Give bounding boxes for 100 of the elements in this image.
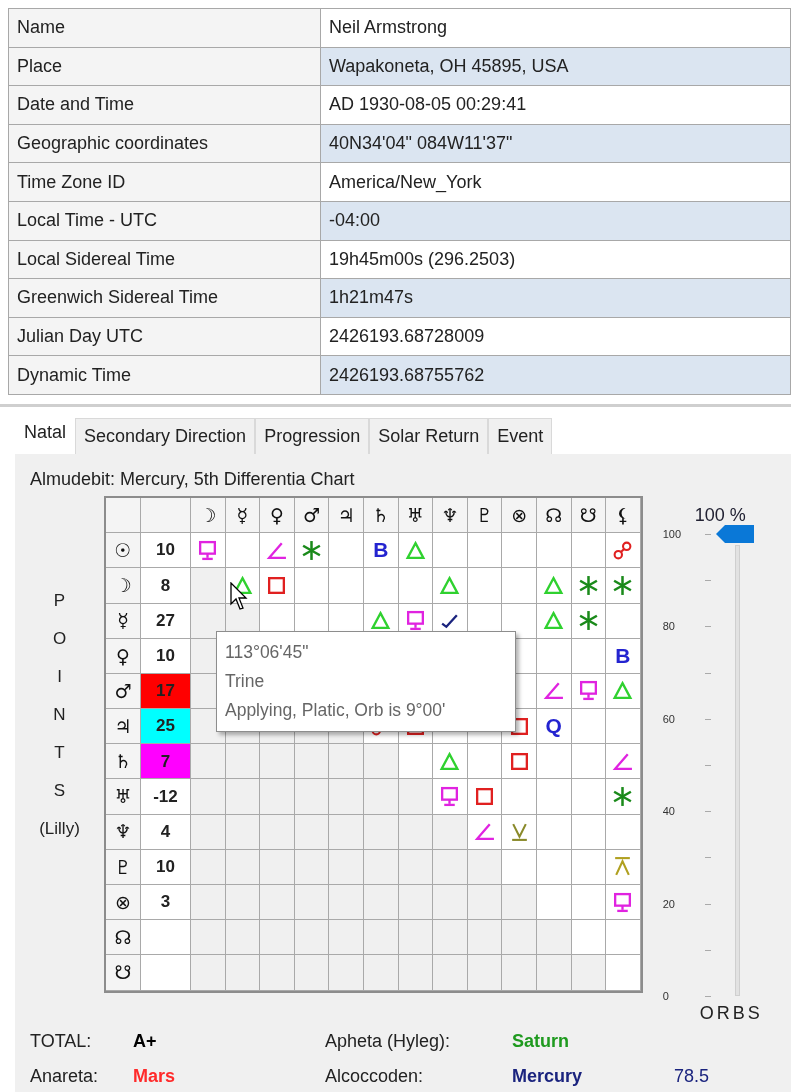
field-value: -04:00 <box>320 201 791 241</box>
tick-label: 40 <box>662 803 675 819</box>
grid-cell <box>502 533 537 569</box>
field-label: Local Sidereal Time <box>8 240 321 279</box>
grid-cell <box>141 920 191 956</box>
tab[interactable]: Progression <box>255 417 370 454</box>
trine-icon <box>439 750 461 772</box>
grid-cell <box>260 849 295 885</box>
planet-glyph: ♄ <box>363 497 399 534</box>
slider-caption: ORBS <box>699 1001 763 1025</box>
square-icon <box>508 750 530 772</box>
planet-glyph: ♅ <box>398 497 434 534</box>
grid-cell <box>467 885 503 921</box>
planet-glyph: ☉ <box>106 533 141 569</box>
result-label: TOTAL: <box>30 1029 93 1053</box>
trine-icon <box>404 539 426 561</box>
score-cell: -12 <box>141 779 191 815</box>
planet-glyph: ♂ <box>294 497 330 534</box>
planet-glyph: ☿ <box>106 603 141 639</box>
header-cell <box>141 497 191 534</box>
grid-cell <box>536 779 572 815</box>
field-label: Greenwich Sidereal Time <box>8 278 321 318</box>
asterisk-icon <box>612 574 634 596</box>
grid-cell <box>363 920 399 956</box>
field-value: Wapakoneta, OH 45895, USA <box>320 47 791 86</box>
planet-glyph: ☿ <box>225 497 261 534</box>
field-label: Time Zone ID <box>8 162 321 202</box>
planet-glyph: ♃ <box>329 497 364 534</box>
field-label: Name <box>8 8 321 48</box>
score-cell: 3 <box>141 885 191 921</box>
side-label: I <box>57 665 62 688</box>
grid-cell <box>191 885 226 921</box>
planet-glyph: ♀ <box>260 497 295 534</box>
grid-cell <box>502 955 537 991</box>
side-label: T <box>54 741 65 764</box>
monitor-icon <box>439 786 461 808</box>
grid-cell <box>398 885 434 921</box>
field-label: Place <box>8 47 321 86</box>
grid-cell <box>225 885 261 921</box>
grid-cell <box>191 744 226 780</box>
slider-track[interactable] <box>734 544 740 996</box>
tooltip-line: Trine <box>225 669 266 693</box>
grid-cell <box>571 920 607 956</box>
field-value: 19h45m00s (296.2503) <box>320 240 791 279</box>
grid-cell <box>329 955 364 991</box>
result-label: Apheta (Hyleg): <box>325 1029 452 1053</box>
planet-glyph: ♄ <box>106 744 141 780</box>
tooltip-line: Applying, Platic, Orb is 9°00' <box>225 698 447 722</box>
grid-cell <box>225 955 261 991</box>
field-value: 2426193.68755762 <box>320 355 791 395</box>
planet-glyph: ♀ <box>106 638 141 674</box>
opposition-icon <box>612 539 634 561</box>
grid-cell <box>363 779 399 815</box>
planet-glyph: ⊗ <box>106 885 141 921</box>
planet-glyph: ☊ <box>536 497 572 534</box>
header-cell <box>106 497 141 534</box>
grid-cell <box>260 955 295 991</box>
grid-cell <box>329 920 364 956</box>
planet-glyph: ♆ <box>106 814 141 850</box>
aspect-letter: B <box>373 537 389 564</box>
side-label: P <box>53 589 66 612</box>
tick-label: 0 <box>662 988 669 1004</box>
planet-glyph: ♃ <box>106 709 141 745</box>
grid-cell <box>329 849 364 885</box>
grid-cell <box>433 955 468 991</box>
asterisk-icon <box>577 610 599 632</box>
grid-cell <box>467 920 503 956</box>
tab[interactable]: Event <box>488 417 553 454</box>
field-value: 40N34'04" 084W11'37" <box>320 124 791 163</box>
field-value: AD 1930-08-05 00:29:41 <box>320 85 791 125</box>
grid-cell <box>433 920 468 956</box>
grid-cell <box>433 885 468 921</box>
grid-cell <box>225 920 261 956</box>
slider-thumb[interactable] <box>714 523 755 544</box>
grid-cell <box>191 955 226 991</box>
grid-cell <box>329 779 364 815</box>
grid-cell <box>260 744 295 780</box>
field-label: Date and Time <box>8 85 321 125</box>
planet-glyph: ♆ <box>433 497 468 534</box>
grid-cell <box>536 885 572 921</box>
score-cell: 7 <box>141 744 191 780</box>
tick-label: 60 <box>662 711 675 727</box>
grid-cell <box>294 744 330 780</box>
monitor-icon <box>404 610 426 632</box>
side-label: N <box>53 703 66 726</box>
tab[interactable]: Solar Return <box>369 417 489 454</box>
grid-cell <box>191 920 226 956</box>
result-label: Anareta: <box>30 1064 100 1088</box>
asterisk-icon <box>612 786 634 808</box>
grid-cell <box>294 779 330 815</box>
planet-glyph: ⊗ <box>502 497 537 534</box>
tab[interactable]: Secondary Direction <box>75 417 256 454</box>
tick-mark <box>704 718 711 720</box>
score-cell: 17 <box>141 673 191 710</box>
angle-icon <box>474 821 496 843</box>
aspect-letter: B <box>615 643 631 670</box>
tick-mark <box>704 580 711 582</box>
tick-mark <box>704 903 711 905</box>
field-label: Julian Day UTC <box>8 317 321 356</box>
score-cell: 8 <box>141 568 191 604</box>
